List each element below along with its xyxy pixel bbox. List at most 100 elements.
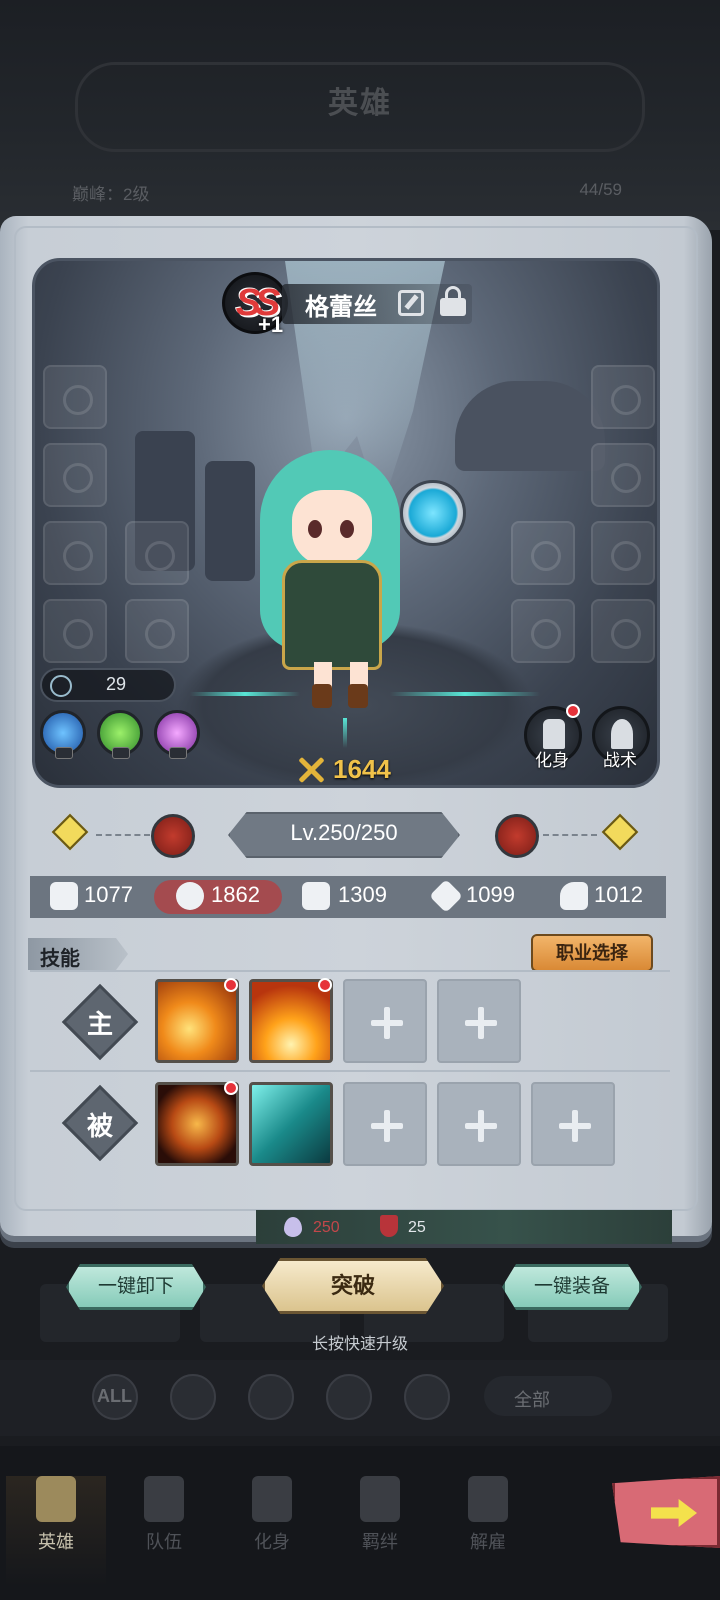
arm-icon [560,882,588,910]
lock-icon[interactable] [440,286,466,316]
tab-label: 解雇 [470,1532,506,1552]
divider [30,1070,670,1072]
mage-filter-icon[interactable] [248,1374,294,1420]
combat-power: 1644 [333,754,391,784]
skill-notification-dot [224,1081,238,1095]
hero-staff-orb [400,480,466,546]
hero-coat [282,560,382,670]
burst-skill-icon[interactable] [249,979,333,1063]
hero-name: 格蕾丝 [305,294,377,321]
fire-orb-right-icon[interactable] [495,814,539,858]
cards-icon [252,1476,292,1522]
skills-title: 技能 [40,948,80,970]
dash-line [96,834,150,836]
arcane-skill-orb-icon[interactable] [154,710,200,759]
fireball-skill-icon[interactable] [155,979,239,1063]
support-filter-icon[interactable] [326,1374,372,1420]
tab-avatar[interactable]: 化身 [222,1476,322,1586]
crystal-cost: 250 [313,1219,340,1236]
stat-strength-value: 1012 [594,882,643,907]
hold-hint: 长按快速升级 [311,1336,408,1353]
empty-skill-slot[interactable] [437,979,521,1063]
tab-label: 英雄 [38,1532,74,1552]
tab-hero[interactable]: 英雄 [6,1476,106,1586]
arrow-right-icon [651,1499,697,1527]
crystal-icon [284,1217,302,1237]
chess-piece-icon [611,719,633,749]
passive-skill-label: 被 [86,1111,113,1141]
level-text: Lv.250/250 [290,820,398,845]
glow-line-right [390,692,540,696]
tab-dismiss[interactable]: 解雇 [438,1476,538,1586]
divider [30,970,670,972]
glow-line-vertical [343,718,347,748]
equip-all-button[interactable]: 一键装备 [502,1264,642,1310]
equip-slot-armor[interactable] [591,443,655,507]
edit-icon[interactable] [398,290,424,316]
tab-bond[interactable]: 羁绊 [330,1476,430,1586]
glow-line-left [190,692,300,696]
dash-skill-icon[interactable] [249,1082,333,1166]
soul-gem-icon [50,675,72,697]
active-skill-label: 主 [86,1009,113,1039]
tab-label: 化身 [254,1532,290,1552]
equip-slot-helmet[interactable] [591,365,655,429]
equip-slot-6[interactable] [125,599,189,663]
empty-skill-slot[interactable] [437,1082,521,1166]
skill-notification-dot [224,978,238,992]
equip-slot-4[interactable] [43,599,107,663]
equip-slot-belt[interactable] [591,521,655,585]
hero-face [292,490,372,566]
breakthrough-button[interactable]: 突破 [262,1258,444,1314]
boot-icon [302,882,330,910]
soul-level-value: 29 [106,674,127,694]
empty-skill-slot[interactable] [343,979,427,1063]
next-arrow-button[interactable] [612,1476,720,1548]
head-icon [176,882,204,910]
water-skill-orb-icon[interactable] [40,710,86,759]
equip-slot-weapon[interactable] [43,365,107,429]
skill-notification-dot [318,978,332,992]
equip-slot-2[interactable] [43,443,107,507]
empty-skill-slot[interactable] [343,1082,427,1166]
empty-skill-slot[interactable] [531,1082,615,1166]
equip-slot-3[interactable] [43,521,107,585]
equip-slot-boots[interactable] [591,599,655,663]
equip-slot-ring[interactable] [511,599,575,663]
shield-icon [380,1215,398,1237]
rank-plus: +1 [258,312,284,337]
hero-count-label: 44/59 [579,180,622,199]
stat-attack-value: 1077 [84,882,133,907]
stat-head-value: 1862 [211,882,260,907]
dragon-skull [455,381,605,471]
dash-line [543,834,597,836]
ranger-filter-icon[interactable] [404,1374,450,1420]
avatar-icon [543,719,565,749]
tab-label: 队伍 [146,1532,182,1552]
all-dropdown-label: 全部 [514,1390,550,1410]
dismiss-icon [468,1476,508,1522]
equip-slot-5[interactable] [125,521,189,585]
warrior-filter-icon[interactable] [170,1374,216,1420]
equip-slot-gem[interactable] [511,521,575,585]
page-title: 英雄 [328,87,392,120]
fire-orb-left-icon[interactable] [151,814,195,858]
stat-burst-value: 1099 [466,882,515,907]
tab-label: 羁绊 [362,1532,398,1552]
stat-speed-value: 1309 [338,882,387,907]
filter-all-text: ALL [97,1386,132,1406]
rock [205,461,255,581]
job-select-button[interactable]: 职业选择 [531,934,653,972]
hero-character[interactable] [250,440,470,710]
book-icon [360,1476,400,1522]
tab-team[interactable]: 队伍 [114,1476,214,1586]
shield-cost: 25 [408,1219,426,1236]
helmet-icon [36,1476,76,1522]
power-aura-skill-icon[interactable] [155,1082,239,1166]
flag-icon [144,1476,184,1522]
heal-skill-orb-icon[interactable] [97,710,143,759]
fist-icon [50,882,78,910]
crossed-swords-icon [297,756,325,784]
unequip-all-button[interactable]: 一键卸下 [66,1264,206,1310]
avatar-label: 化身 [535,751,569,770]
